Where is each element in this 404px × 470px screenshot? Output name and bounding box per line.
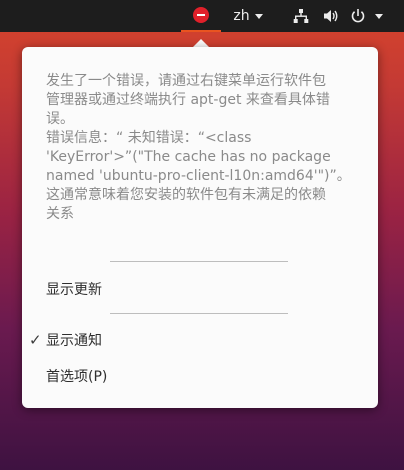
error-message: 发生了一个错误，请通过右键菜单运行软件包 管理器或通过终端执行 apt-get …: [46, 73, 351, 222]
system-menu-indicator[interactable]: [348, 0, 384, 32]
preferences-item[interactable]: 首选项(P): [22, 360, 378, 392]
chevron-down-icon: [374, 13, 383, 19]
power-icon: [351, 9, 364, 23]
preferences-label: 首选项(P): [46, 369, 108, 385]
top-panel: zh: [0, 0, 404, 32]
chevron-down-icon: [254, 13, 263, 19]
menu-separator: [110, 313, 288, 314]
language-label: zh: [233, 8, 250, 24]
update-notifier-indicator[interactable]: [181, 0, 221, 32]
show-notifications-item[interactable]: ✓ 显示通知: [22, 324, 378, 356]
show-notifications-label: 显示通知: [46, 333, 102, 349]
update-notifier-menu: 发生了一个错误，请通过右键菜单运行软件包 管理器或通过终端执行 apt-get …: [22, 47, 378, 408]
menu-separator: [110, 261, 288, 262]
error-circle-icon: [193, 7, 209, 23]
check-icon: ✓: [29, 331, 42, 349]
volume-icon: [324, 10, 338, 22]
network-indicator[interactable]: [290, 0, 312, 32]
network-wired-icon: [293, 9, 309, 23]
show-updates-label: 显示更新: [46, 282, 102, 298]
language-indicator[interactable]: zh: [228, 0, 268, 32]
show-updates-item[interactable]: 显示更新: [22, 273, 378, 305]
volume-indicator[interactable]: [320, 0, 342, 32]
